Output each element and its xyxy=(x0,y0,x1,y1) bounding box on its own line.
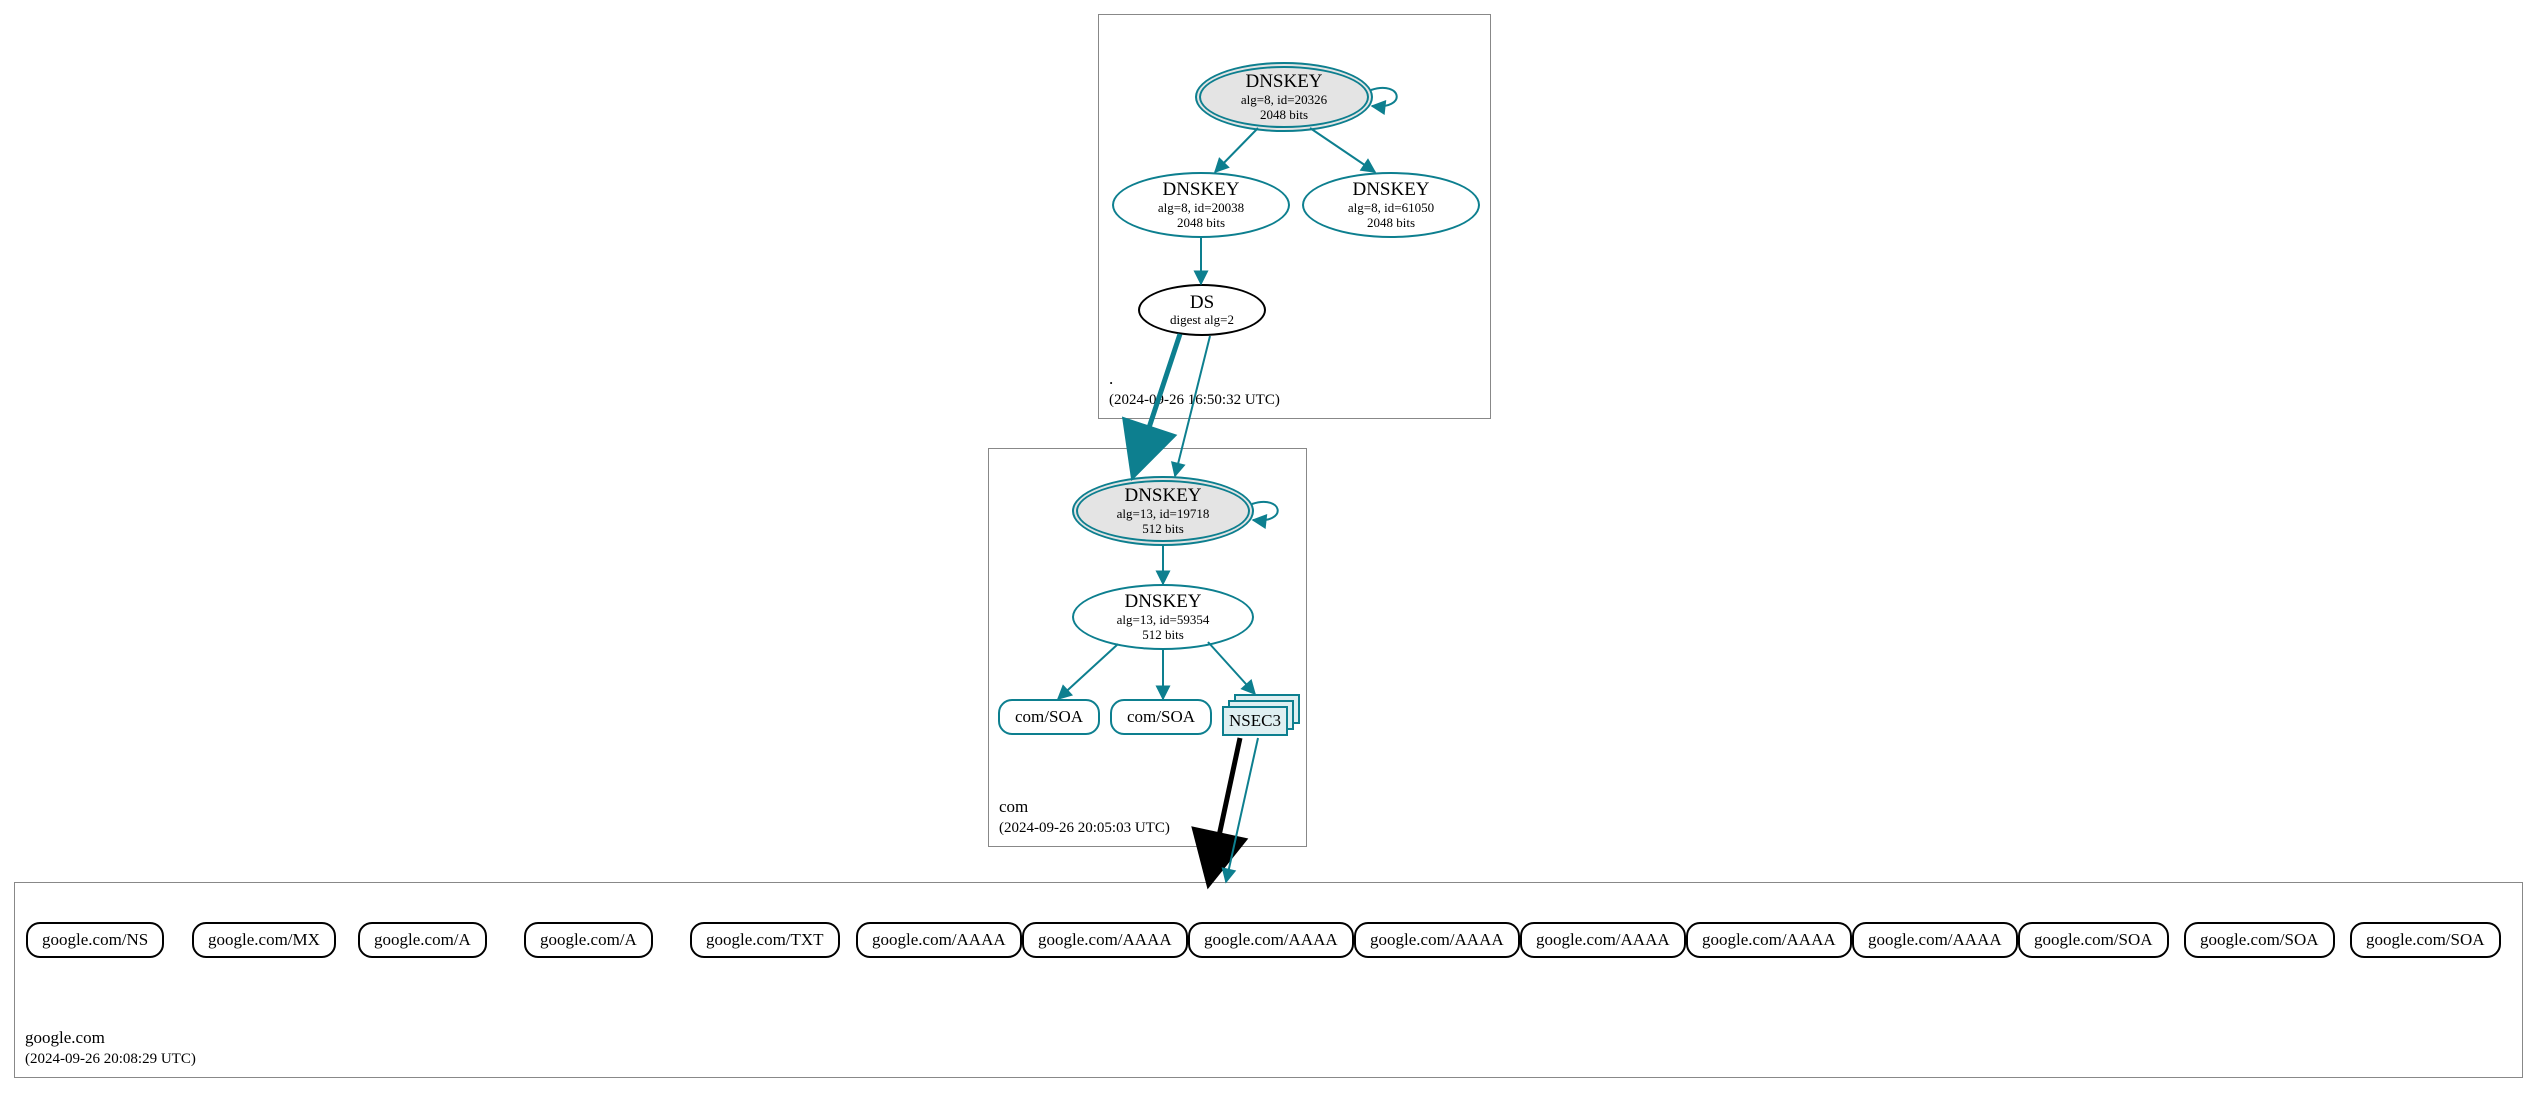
node-root-ds-digest: digest alg=2 xyxy=(1170,313,1234,328)
rrset-4[interactable]: google.com/TXT xyxy=(690,922,840,958)
node-nsec3-label: NSEC3 xyxy=(1229,711,1281,731)
rrset-10[interactable]: google.com/AAAA xyxy=(1686,922,1852,958)
rrset-label-9: google.com/AAAA xyxy=(1536,930,1670,950)
node-com-ksk-alg: alg=13, id=19718 xyxy=(1117,507,1210,522)
zone-google-name: google.com xyxy=(25,1027,196,1049)
rrset-0[interactable]: google.com/NS xyxy=(26,922,164,958)
rrset-label-0: google.com/NS xyxy=(42,930,148,950)
node-root-ksk[interactable]: DNSKEY alg=8, id=20326 2048 bits xyxy=(1195,62,1373,132)
rrset-label-7: google.com/AAAA xyxy=(1204,930,1338,950)
zone-root-timestamp: (2024-09-26 16:50:32 UTC) xyxy=(1109,391,1280,411)
rrset-6[interactable]: google.com/AAAA xyxy=(1022,922,1188,958)
rrset-5[interactable]: google.com/AAAA xyxy=(856,922,1022,958)
node-com-ksk-bits: 512 bits xyxy=(1142,522,1184,537)
rrset-label-5: google.com/AAAA xyxy=(872,930,1006,950)
node-root-zsk2-bits: 2048 bits xyxy=(1367,216,1415,231)
node-root-zsk2[interactable]: DNSKEY alg=8, id=61050 2048 bits xyxy=(1302,172,1480,238)
rrset-12[interactable]: google.com/SOA xyxy=(2018,922,2169,958)
zone-google-timestamp: (2024-09-26 20:08:29 UTC) xyxy=(25,1050,196,1070)
node-root-zsk2-title: DNSKEY xyxy=(1352,179,1429,201)
rrset-3[interactable]: google.com/A xyxy=(524,922,653,958)
node-com-ksk-title: DNSKEY xyxy=(1124,485,1201,507)
node-root-zsk2-alg: alg=8, id=61050 xyxy=(1348,201,1434,216)
zone-google-label: google.com (2024-09-26 20:08:29 UTC) xyxy=(25,1027,196,1069)
node-root-zsk1-title: DNSKEY xyxy=(1162,179,1239,201)
node-com-zsk[interactable]: DNSKEY alg=13, id=59354 512 bits xyxy=(1072,584,1254,650)
rrset-11[interactable]: google.com/AAAA xyxy=(1852,922,2018,958)
rrset-7[interactable]: google.com/AAAA xyxy=(1188,922,1354,958)
node-com-zsk-title: DNSKEY xyxy=(1124,591,1201,613)
zone-root-label: . (2024-09-26 16:50:32 UTC) xyxy=(1109,368,1280,410)
node-com-zsk-alg: alg=13, id=59354 xyxy=(1117,613,1210,628)
node-com-soa2[interactable]: com/SOA xyxy=(1110,699,1212,735)
rrset-label-3: google.com/A xyxy=(540,930,637,950)
node-root-ds-title: DS xyxy=(1190,292,1214,314)
node-com-soa1[interactable]: com/SOA xyxy=(998,699,1100,735)
node-nsec3[interactable]: NSEC3 xyxy=(1222,694,1300,738)
rrset-label-1: google.com/MX xyxy=(208,930,320,950)
rrset-label-10: google.com/AAAA xyxy=(1702,930,1836,950)
rrset-label-4: google.com/TXT xyxy=(706,930,824,950)
rrset-2[interactable]: google.com/A xyxy=(358,922,487,958)
zone-google: google.com (2024-09-26 20:08:29 UTC) xyxy=(14,882,2523,1078)
zone-com-name: com xyxy=(999,796,1170,818)
node-com-soa2-label: com/SOA xyxy=(1127,707,1195,727)
zone-com-label: com (2024-09-26 20:05:03 UTC) xyxy=(999,796,1170,838)
node-root-zsk1[interactable]: DNSKEY alg=8, id=20038 2048 bits xyxy=(1112,172,1290,238)
node-root-zsk1-alg: alg=8, id=20038 xyxy=(1158,201,1244,216)
node-com-ksk[interactable]: DNSKEY alg=13, id=19718 512 bits xyxy=(1072,476,1254,546)
rrset-label-6: google.com/AAAA xyxy=(1038,930,1172,950)
zone-root-name: . xyxy=(1109,368,1280,390)
node-com-zsk-bits: 512 bits xyxy=(1142,628,1184,643)
node-root-ksk-alg: alg=8, id=20326 xyxy=(1241,93,1327,108)
node-root-zsk1-bits: 2048 bits xyxy=(1177,216,1225,231)
rrset-label-8: google.com/AAAA xyxy=(1370,930,1504,950)
node-com-soa1-label: com/SOA xyxy=(1015,707,1083,727)
rrset-8[interactable]: google.com/AAAA xyxy=(1354,922,1520,958)
node-root-ksk-bits: 2048 bits xyxy=(1260,108,1308,123)
rrset-label-11: google.com/AAAA xyxy=(1868,930,2002,950)
rrset-14[interactable]: google.com/SOA xyxy=(2350,922,2501,958)
rrset-label-14: google.com/SOA xyxy=(2366,930,2485,950)
rrset-1[interactable]: google.com/MX xyxy=(192,922,336,958)
rrset-label-12: google.com/SOA xyxy=(2034,930,2153,950)
rrset-label-2: google.com/A xyxy=(374,930,471,950)
node-root-ds[interactable]: DS digest alg=2 xyxy=(1138,284,1266,336)
zone-com-timestamp: (2024-09-26 20:05:03 UTC) xyxy=(999,819,1170,839)
rrset-label-13: google.com/SOA xyxy=(2200,930,2319,950)
rrset-13[interactable]: google.com/SOA xyxy=(2184,922,2335,958)
rrset-9[interactable]: google.com/AAAA xyxy=(1520,922,1686,958)
node-root-ksk-title: DNSKEY xyxy=(1245,71,1322,93)
